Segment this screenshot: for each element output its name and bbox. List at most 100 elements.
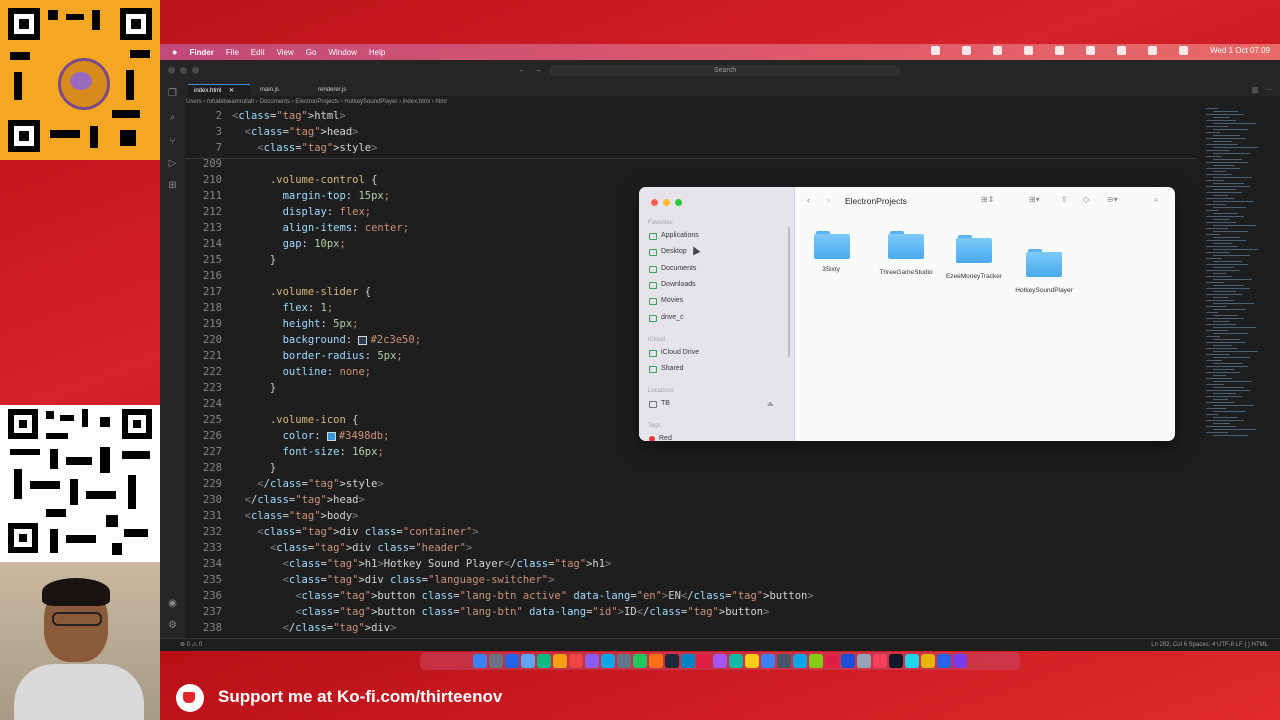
- code-line[interactable]: 210 .volume-control {: [186, 172, 1196, 188]
- finder-search-icon[interactable]: ⌕: [1154, 195, 1158, 205]
- sidebar-item-drive-c[interactable]: drive_c: [649, 312, 684, 324]
- dock-app-icon[interactable]: [729, 654, 743, 668]
- code-line[interactable]: 234 <class="tag">h1>Hotkey Sound Player<…: [186, 556, 1196, 572]
- code-line[interactable]: 7 <class="tag">style>: [186, 140, 1196, 156]
- code-line[interactable]: 229 </class="tag">style>: [186, 476, 1196, 492]
- extensions-icon[interactable]: ⊞: [167, 180, 178, 191]
- group-icon[interactable]: ⊞▾: [1029, 195, 1040, 204]
- dock-app-icon[interactable]: [697, 654, 711, 668]
- keyboard-icon[interactable]: [1086, 46, 1096, 55]
- dock-app-icon[interactable]: [521, 654, 535, 668]
- dock-app-icon[interactable]: [841, 654, 855, 668]
- dock-app-icon[interactable]: [489, 654, 503, 668]
- control-center-icon[interactable]: [1179, 46, 1189, 55]
- code-line[interactable]: 230 </class="tag">head>: [186, 492, 1196, 508]
- dock-app-icon[interactable]: [665, 654, 679, 668]
- dock-app-icon[interactable]: [537, 654, 551, 668]
- code-line[interactable]: 3 <class="tag">head>: [186, 124, 1196, 140]
- breadcrumb[interactable]: Users › mhabibieamrullah › Documents › E…: [186, 97, 447, 107]
- code-line[interactable]: 227 font-size: 16px;: [186, 444, 1196, 460]
- dock-app-icon[interactable]: [713, 654, 727, 668]
- dock-app-icon[interactable]: [809, 654, 823, 668]
- menu-view[interactable]: View: [277, 48, 294, 57]
- finder-close-button[interactable]: [651, 199, 658, 206]
- dock-app-icon[interactable]: [857, 654, 871, 668]
- more-actions-icon[interactable]: ⋯: [1266, 86, 1273, 94]
- close-window-button[interactable]: [168, 67, 175, 74]
- status-icon[interactable]: [931, 46, 941, 55]
- dock-app-icon[interactable]: [825, 654, 839, 668]
- dock-app-icon[interactable]: [921, 654, 935, 668]
- code-line[interactable]: 238 </class="tag">div>: [186, 620, 1196, 636]
- sidebar-item-documents[interactable]: Documents: [649, 263, 696, 275]
- share-icon[interactable]: ⇪: [1061, 195, 1068, 204]
- forward-arrow-icon[interactable]: →: [534, 65, 542, 74]
- code-line[interactable]: 236 <class="tag">button class="lang-btn …: [186, 588, 1196, 604]
- explorer-icon[interactable]: ❐: [167, 88, 178, 99]
- run-debug-icon[interactable]: ▷: [167, 158, 178, 169]
- dock-app-icon[interactable]: [953, 654, 967, 668]
- dock-app-icon[interactable]: [617, 654, 631, 668]
- wifi-icon[interactable]: [1117, 46, 1127, 55]
- split-editor-icon[interactable]: ▥: [1252, 86, 1259, 94]
- dock-app-icon[interactable]: [761, 654, 775, 668]
- menu-help[interactable]: Help: [369, 48, 385, 57]
- sidebar-item-desktop[interactable]: Desktop: [649, 246, 687, 258]
- menu-go[interactable]: Go: [306, 48, 317, 57]
- source-control-icon[interactable]: ⑂: [167, 136, 178, 147]
- shield-icon[interactable]: [993, 46, 1003, 55]
- status-info[interactable]: Ln 282, Col 6 Spaces: 4 UTF-8 LF { } HTM…: [1151, 639, 1268, 651]
- dock-app-icon[interactable]: [649, 654, 663, 668]
- eject-icon[interactable]: ⏏: [767, 400, 774, 408]
- dock-app-icon[interactable]: [681, 654, 695, 668]
- menu-edit[interactable]: Edit: [251, 48, 265, 57]
- code-line[interactable]: 237 <class="tag">button class="lang-btn"…: [186, 604, 1196, 620]
- dock-app-icon[interactable]: [937, 654, 951, 668]
- action-menu-icon[interactable]: ⊖▾: [1107, 195, 1118, 204]
- sidebar-item-applications[interactable]: Applications: [649, 230, 699, 242]
- code-line[interactable]: 235 <class="tag">div class="language-swi…: [186, 572, 1196, 588]
- dock-app-icon[interactable]: [473, 654, 487, 668]
- menu-app-name[interactable]: Finder: [189, 48, 213, 57]
- finder-minimize-button[interactable]: [663, 199, 670, 206]
- dock-app-icon[interactable]: [793, 654, 807, 668]
- sidebar-item-tag-red[interactable]: Red: [649, 433, 672, 441]
- close-icon[interactable]: ✕: [229, 88, 234, 94]
- tab-index-html[interactable]: index.html ✕: [188, 84, 250, 97]
- menubar-clock[interactable]: Wed 1 Oct 07.09: [1210, 46, 1270, 55]
- code-line[interactable]: 232 <class="tag">div class="container">: [186, 524, 1196, 540]
- dock-app-icon[interactable]: [569, 654, 583, 668]
- finder-forward-icon[interactable]: ›: [827, 195, 830, 205]
- code-line[interactable]: 228 }: [186, 460, 1196, 476]
- dock-app-icon[interactable]: [873, 654, 887, 668]
- screen-mirror-icon[interactable]: [962, 46, 972, 55]
- command-center-search[interactable]: Search: [550, 65, 900, 76]
- code-line[interactable]: 231 <class="tag">body>: [186, 508, 1196, 524]
- minimap[interactable]: [1206, 108, 1266, 438]
- dock-app-icon[interactable]: [745, 654, 759, 668]
- battery-icon[interactable]: [1055, 46, 1065, 55]
- menu-window[interactable]: Window: [328, 48, 356, 57]
- settings-gear-icon[interactable]: ⚙: [167, 620, 178, 631]
- tab-main-js[interactable]: main.js: [254, 84, 310, 96]
- tab-renderer-js[interactable]: renderer.js: [312, 84, 378, 96]
- dock-app-icon[interactable]: [889, 654, 903, 668]
- finder-zoom-button[interactable]: [675, 199, 682, 206]
- apple-icon[interactable]: ●: [172, 47, 177, 57]
- sidebar-item-shared[interactable]: Shared: [649, 363, 684, 375]
- code-line[interactable]: 2 <class="tag">html>: [186, 108, 1196, 124]
- spotlight-icon[interactable]: [1148, 46, 1158, 55]
- dock-app-icon[interactable]: [601, 654, 615, 668]
- menu-file[interactable]: File: [226, 48, 239, 57]
- search-icon[interactable]: ⌕: [167, 112, 178, 123]
- dock-app-icon[interactable]: [553, 654, 567, 668]
- code-line[interactable]: 233 <class="tag">div class="header">: [186, 540, 1196, 556]
- sidebar-item-downloads[interactable]: Downloads: [649, 279, 696, 291]
- tag-icon[interactable]: ◇: [1083, 195, 1089, 204]
- sidebar-item-tb[interactable]: TB: [649, 398, 670, 410]
- volume-icon[interactable]: [1024, 46, 1034, 55]
- dock-app-icon[interactable]: [633, 654, 647, 668]
- back-arrow-icon[interactable]: ←: [518, 65, 526, 74]
- dock-app-icon[interactable]: [505, 654, 519, 668]
- problems-indicator[interactable]: ⊗ 0 ⚠ 0: [180, 639, 202, 651]
